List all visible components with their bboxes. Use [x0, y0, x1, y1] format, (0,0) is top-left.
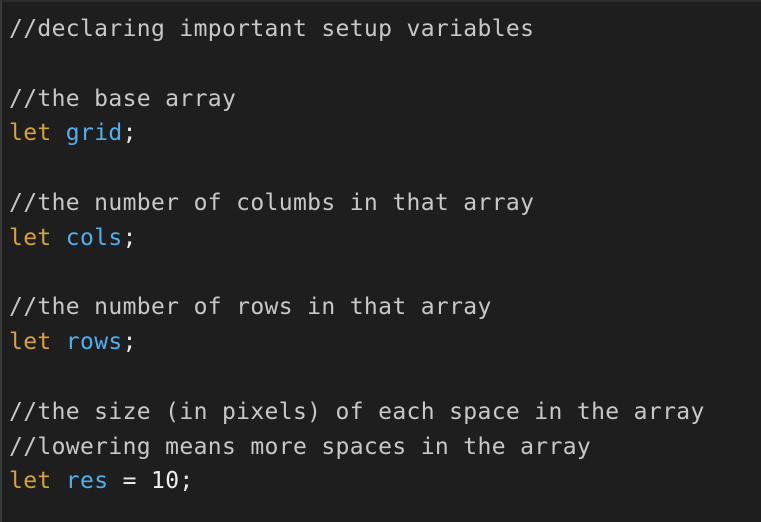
code-line-12: //the size (in pixels) of each space in … — [9, 395, 705, 430]
identifier-res: res — [65, 468, 109, 495]
code-line-6: //the number of columbs in that array — [9, 186, 705, 221]
code-line-9: //the number of rows in that array — [9, 290, 705, 325]
assignment-operator: = — [122, 468, 137, 495]
semicolon: ; — [122, 120, 137, 147]
code-line-3: //the base array — [9, 82, 705, 117]
comment-base-array: //the base array — [9, 85, 237, 112]
comment-space-size: //the size (in pixels) of each space in … — [9, 398, 705, 425]
code-editor[interactable]: //declaring important setup variables //… — [0, 0, 761, 522]
code-line-7: let cols; — [9, 221, 705, 256]
comment-rows: //the number of rows in that array — [9, 294, 492, 321]
identifier-rows: rows — [65, 329, 123, 356]
identifier-cols: cols — [65, 224, 123, 251]
code-line-4: let grid; — [9, 116, 705, 151]
identifier-grid: grid — [65, 120, 123, 147]
comment-setup-variables: //declaring important setup variables — [9, 16, 535, 42]
code-line-14: let res = 10; — [9, 464, 705, 499]
keyword-let: let — [9, 120, 52, 147]
semicolon: ; — [122, 329, 137, 356]
semicolon: ; — [122, 224, 137, 251]
keyword-let: let — [9, 224, 52, 251]
code-line-1: //declaring important setup variables — [9, 12, 705, 47]
keyword-let: let — [9, 468, 52, 495]
code-line-10: let rows; — [9, 325, 705, 360]
number-literal: 10 — [151, 468, 180, 495]
comment-lowering: //lowering means more spaces in the arra… — [9, 433, 592, 460]
comment-columns: //the number of columbs in that array — [9, 189, 535, 216]
semicolon: ; — [179, 468, 194, 495]
code-block[interactable]: //declaring important setup variables //… — [9, 12, 705, 499]
code-line-13: //lowering means more spaces in the arra… — [9, 430, 705, 465]
keyword-let: let — [9, 329, 52, 356]
